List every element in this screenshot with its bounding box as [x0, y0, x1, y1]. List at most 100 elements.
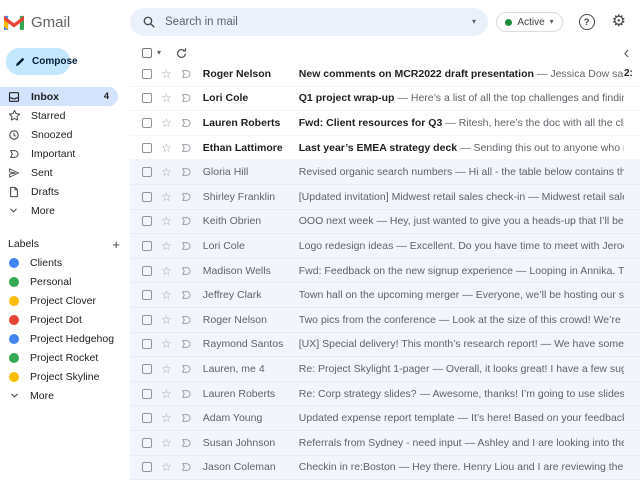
importance-marker-icon[interactable] — [180, 191, 192, 203]
status-selector[interactable]: Active ▾ — [496, 12, 562, 32]
importance-marker-icon[interactable] — [180, 363, 192, 375]
sidebar-item-important[interactable]: Important — [0, 144, 118, 163]
email-row[interactable]: ☆ Lori Cole Logo redesign ideas— Excelle… — [130, 234, 640, 259]
star-icon[interactable]: ☆ — [161, 412, 172, 424]
sidebar-item-more[interactable]: More — [0, 201, 118, 220]
star-icon[interactable]: ☆ — [161, 461, 172, 473]
email-checkbox[interactable] — [142, 438, 152, 448]
sidebar-item-drafts[interactable]: Drafts — [0, 182, 118, 201]
email-row[interactable]: ☆ Lori Cole Q1 project wrap-up— Here’s a… — [130, 87, 640, 112]
email-checkbox[interactable] — [142, 315, 152, 325]
email-snippet: — Overall, it looks great! I have a few … — [433, 363, 625, 375]
sidebar-item-inbox[interactable]: Inbox 4 — [0, 87, 118, 106]
importance-marker-icon[interactable] — [180, 412, 192, 424]
star-icon[interactable]: ☆ — [161, 215, 172, 227]
sidebar-item-snoozed[interactable]: Snoozed — [0, 125, 118, 144]
star-icon[interactable]: ☆ — [161, 166, 172, 178]
search-input[interactable] — [165, 16, 472, 28]
email-checkbox[interactable] — [142, 241, 152, 251]
gear-icon[interactable]: ⚙ — [612, 14, 626, 30]
email-row[interactable]: ☆ Roger Nelson New comments on MCR2022 d… — [130, 62, 640, 87]
email-checkbox[interactable] — [142, 290, 152, 300]
help-icon[interactable]: ? — [579, 14, 595, 30]
email-row[interactable]: ☆ Roger Nelson Two pics from the confere… — [130, 308, 640, 333]
email-row[interactable]: ☆ Lauren Roberts Fwd: Client resources f… — [130, 111, 640, 136]
email-checkbox[interactable] — [142, 364, 152, 374]
email-checkbox[interactable] — [142, 216, 152, 226]
email-checkbox[interactable] — [142, 167, 152, 177]
sidebar-label-project-rocket[interactable]: Project Rocket — [0, 348, 118, 367]
star-icon[interactable]: ☆ — [161, 240, 172, 252]
email-checkbox[interactable] — [142, 462, 152, 472]
email-checkbox[interactable] — [142, 93, 152, 103]
star-icon[interactable]: ☆ — [161, 265, 172, 277]
star-icon[interactable]: ☆ — [161, 289, 172, 301]
star-icon[interactable]: ☆ — [161, 363, 172, 375]
email-row[interactable]: ☆ Ethan Lattimore Last year’s EMEA strat… — [130, 136, 640, 161]
email-row[interactable]: ☆ Susan Johnson Referrals from Sydney - … — [130, 431, 640, 456]
star-icon[interactable]: ☆ — [161, 142, 172, 154]
importance-marker-icon[interactable] — [180, 166, 192, 178]
email-checkbox[interactable] — [142, 339, 152, 349]
email-row[interactable]: ☆ Lauren, me4 Re: Project Skylight 1-pag… — [130, 357, 640, 382]
email-row[interactable]: ☆ Raymond Santos [UX] Special delivery! … — [130, 333, 640, 358]
sidebar-label-project-skyline[interactable]: Project Skyline — [0, 367, 118, 386]
search-options-caret-icon[interactable]: ▾ — [472, 18, 476, 26]
star-icon[interactable]: ☆ — [161, 388, 172, 400]
importance-marker-icon[interactable] — [180, 437, 192, 449]
search-bar[interactable]: ▾ — [130, 8, 488, 36]
email-row[interactable]: ☆ Madison Wells Fwd: Feedback on the new… — [130, 259, 640, 284]
sidebar-label-more[interactable]: More — [0, 386, 118, 405]
select-all-checkbox[interactable] — [142, 48, 152, 58]
email-row[interactable]: ☆ Adam Young Updated expense report temp… — [130, 406, 640, 431]
star-icon[interactable]: ☆ — [161, 92, 172, 104]
star-icon[interactable]: ☆ — [161, 338, 172, 350]
email-checkbox[interactable] — [142, 192, 152, 202]
importance-marker-icon[interactable] — [180, 265, 192, 277]
star-icon[interactable]: ☆ — [161, 437, 172, 449]
importance-marker-icon[interactable] — [180, 289, 192, 301]
importance-marker-icon[interactable] — [180, 117, 192, 129]
star-icon[interactable]: ☆ — [161, 314, 172, 326]
email-sender: Shirley Franklin — [203, 191, 299, 203]
email-checkbox[interactable] — [142, 143, 152, 153]
email-checkbox[interactable] — [142, 118, 152, 128]
email-row[interactable]: ☆ Jason Coleman Checkin in re:Boston— He… — [130, 456, 640, 480]
importance-marker-icon[interactable] — [180, 142, 192, 154]
sidebar-label-project-hedgehog[interactable]: Project Hedgehog — [0, 329, 118, 348]
sidebar-item-starred[interactable]: Starred — [0, 106, 118, 125]
sidebar-label-personal[interactable]: Personal — [0, 272, 118, 291]
importance-marker-icon[interactable] — [180, 68, 192, 80]
email-text: New comments on MCR2022 draft presentati… — [299, 68, 624, 80]
importance-marker-icon[interactable] — [180, 314, 192, 326]
email-row[interactable]: ☆ Shirley Franklin [Updated invitation] … — [130, 185, 640, 210]
importance-marker-icon[interactable] — [180, 338, 192, 350]
email-row[interactable]: ☆ Lauren Roberts Re: Corp strategy slide… — [130, 382, 640, 407]
email-row[interactable]: ☆ Gloria Hill Revised organic search num… — [130, 160, 640, 185]
email-row[interactable]: ☆ Jeffrey Clark Town hall on the upcomin… — [130, 283, 640, 308]
add-label-button[interactable]: + — [112, 237, 122, 252]
star-icon[interactable]: ☆ — [161, 191, 172, 203]
importance-marker-icon[interactable] — [180, 461, 192, 473]
importance-marker-icon[interactable] — [180, 92, 192, 104]
gmail-logo[interactable]: Gmail — [0, 14, 130, 31]
email-checkbox[interactable] — [142, 266, 152, 276]
email-text: Re: Project Skylight 1-pager— Overall, i… — [299, 363, 624, 375]
email-checkbox[interactable] — [142, 413, 152, 423]
star-icon[interactable]: ☆ — [161, 68, 172, 80]
sidebar-item-sent[interactable]: Sent — [0, 163, 118, 182]
importance-marker-icon[interactable] — [180, 215, 192, 227]
importance-marker-icon[interactable] — [180, 388, 192, 400]
select-caret-icon[interactable]: ▾ — [157, 49, 161, 57]
star-icon[interactable]: ☆ — [161, 117, 172, 129]
sidebar-label-project-dot[interactable]: Project Dot — [0, 310, 118, 329]
newer-page-chevron-icon[interactable] — [621, 48, 632, 59]
sidebar-label-clients[interactable]: Clients — [0, 253, 118, 272]
sidebar-label-project-clover[interactable]: Project Clover — [0, 291, 118, 310]
importance-marker-icon[interactable] — [180, 240, 192, 252]
email-checkbox[interactable] — [142, 389, 152, 399]
compose-button[interactable]: Compose — [6, 48, 70, 75]
email-checkbox[interactable] — [142, 69, 152, 79]
refresh-icon[interactable] — [175, 47, 188, 60]
email-row[interactable]: ☆ Keith Obrien OOO next week— Hey, just … — [130, 210, 640, 235]
